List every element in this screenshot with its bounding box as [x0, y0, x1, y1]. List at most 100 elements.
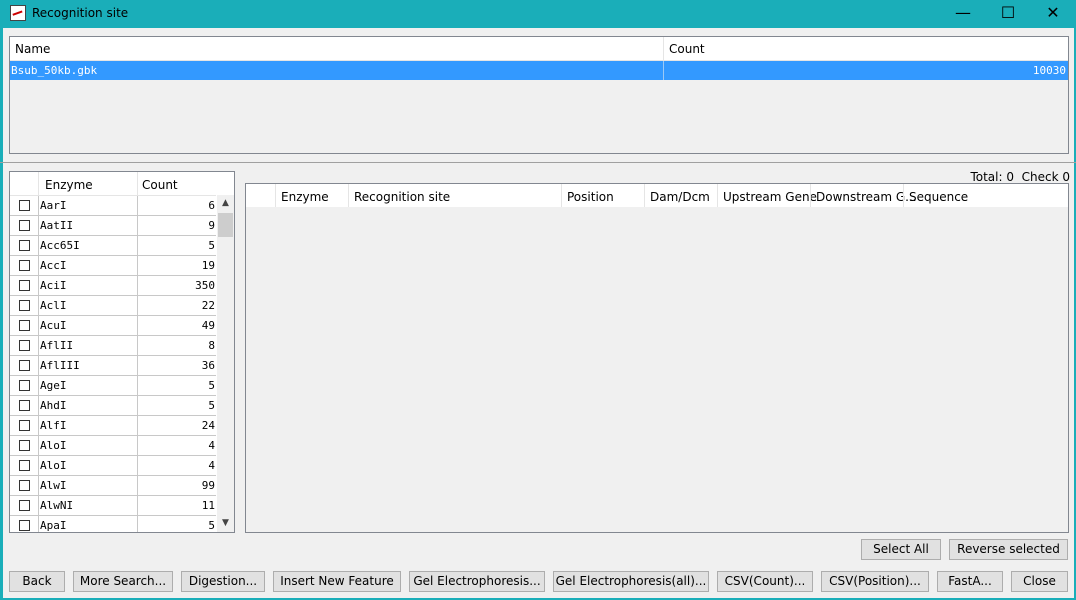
enzyme-row[interactable]: AloI 4 [10, 436, 216, 456]
digestion-button[interactable]: Digestion... [181, 571, 265, 592]
result-column-position[interactable]: Position [567, 190, 614, 204]
enzyme-column-enzyme[interactable]: Enzyme [45, 178, 93, 192]
enzyme-name: AcuI [40, 319, 67, 332]
enzyme-list-scrollbar[interactable]: ▲ ▼ [217, 195, 234, 532]
result-column-upstream-gene[interactable]: Upstream Gene [723, 190, 817, 204]
enzyme-row[interactable]: AatII 9 [10, 216, 216, 236]
enzyme-checkbox[interactable] [19, 480, 30, 491]
enzyme-checkbox[interactable] [19, 340, 30, 351]
enzyme-checkbox[interactable] [19, 360, 30, 371]
scroll-down-button[interactable]: ▼ [217, 515, 234, 532]
enzyme-row[interactable]: AgeI 5 [10, 376, 216, 396]
enzyme-checkbox[interactable] [19, 300, 30, 311]
enzyme-row[interactable]: AarI 6 [10, 196, 216, 216]
enzyme-row[interactable]: AflIII 36 [10, 356, 216, 376]
enzyme-checkbox[interactable] [19, 380, 30, 391]
enzyme-checkbox[interactable] [19, 500, 30, 511]
enzyme-name: AlfI [40, 419, 67, 432]
enzyme-checkbox[interactable] [19, 320, 30, 331]
enzyme-row[interactable]: AhdI 5 [10, 396, 216, 416]
enzyme-list-header: Enzyme Count [10, 172, 216, 196]
file-count-cell: 10030 [1032, 64, 1066, 77]
file-row[interactable]: Bsub_50kb.gbk 10030 [10, 61, 1068, 80]
gel-electrophoresis-button[interactable]: Gel Electrophoresis... [409, 571, 545, 592]
result-column-recognition-site[interactable]: Recognition site [354, 190, 450, 204]
select-all-button[interactable]: Select All [861, 539, 941, 560]
enzyme-name: AarI [40, 199, 67, 212]
result-column-downstream-gene[interactable]: Downstream G... [816, 190, 917, 204]
scroll-thumb[interactable] [218, 213, 233, 237]
app-icon [10, 5, 26, 21]
maximize-button[interactable]: ☐ [985, 0, 1031, 28]
enzyme-checkbox[interactable] [19, 200, 30, 211]
reverse-selected-button[interactable]: Reverse selected [949, 539, 1068, 560]
enzyme-count: 24 [201, 419, 215, 432]
enzyme-checkbox[interactable] [19, 400, 30, 411]
panel-divider[interactable] [0, 162, 1076, 163]
enzyme-column-count[interactable]: Count [142, 178, 178, 192]
enzyme-name: AloI [40, 439, 67, 452]
scroll-up-button[interactable]: ▲ [217, 195, 234, 212]
insert-new-feature-button[interactable]: Insert New Feature [273, 571, 401, 592]
enzyme-count: 11 [201, 499, 215, 512]
enzyme-row[interactable]: ApaI 5 [10, 516, 216, 532]
result-table-header: Enzyme Recognition site Position Dam/Dcm… [246, 184, 1068, 207]
result-column-enzyme[interactable]: Enzyme [281, 190, 329, 204]
enzyme-count: 49 [201, 319, 215, 332]
enzyme-row[interactable]: AflII 8 [10, 336, 216, 356]
enzyme-checkbox[interactable] [19, 440, 30, 451]
minimize-button[interactable]: — [940, 0, 986, 28]
enzyme-name: AloI [40, 459, 67, 472]
file-column-name[interactable]: Name [15, 42, 50, 56]
enzyme-checkbox[interactable] [19, 240, 30, 251]
file-column-count[interactable]: Count [669, 42, 705, 56]
enzyme-name: ApaI [40, 519, 67, 532]
more-search-button[interactable]: More Search... [73, 571, 173, 592]
enzyme-name: AflII [40, 339, 74, 352]
enzyme-count: 4 [208, 459, 215, 472]
result-column-dam-dcm[interactable]: Dam/Dcm [650, 190, 710, 204]
csv-position-button[interactable]: CSV(Position)... [821, 571, 929, 592]
enzyme-count: 6 [208, 199, 215, 212]
enzyme-name: AatII [40, 219, 74, 232]
enzyme-checkbox[interactable] [19, 420, 30, 431]
enzyme-checkbox[interactable] [19, 460, 30, 471]
enzyme-row[interactable]: AlfI 24 [10, 416, 216, 436]
back-button[interactable]: Back [9, 571, 65, 592]
enzyme-count: 350 [195, 279, 215, 292]
enzyme-row[interactable]: AclI 22 [10, 296, 216, 316]
enzyme-checkbox[interactable] [19, 220, 30, 231]
enzyme-row[interactable]: AloI 4 [10, 456, 216, 476]
totals: Total: 0 Check 0 [970, 170, 1070, 184]
enzyme-row[interactable]: AcuI 49 [10, 316, 216, 336]
enzyme-count: 19 [201, 259, 215, 272]
fasta-button[interactable]: FastA... [937, 571, 1003, 592]
enzyme-count: 36 [201, 359, 215, 372]
enzyme-checkbox[interactable] [19, 520, 30, 531]
enzyme-name: AccI [40, 259, 67, 272]
gel-electrophoresis-all-button[interactable]: Gel Electrophoresis(all)... [553, 571, 709, 592]
enzyme-name: AlwNI [40, 499, 74, 512]
enzyme-row[interactable]: Acc65I 5 [10, 236, 216, 256]
enzyme-name: AciI [40, 279, 67, 292]
enzyme-count: 5 [208, 399, 215, 412]
window-close-button[interactable]: ✕ [1030, 0, 1076, 28]
file-table-header: Name Count [10, 37, 1068, 61]
enzyme-count: 5 [208, 519, 215, 532]
enzyme-count: 8 [208, 339, 215, 352]
result-column-sequence[interactable]: Sequence [909, 190, 968, 204]
enzyme-checkbox[interactable] [19, 260, 30, 271]
enzyme-count: 5 [208, 379, 215, 392]
maximize-icon: ☐ [1000, 3, 1016, 22]
check-count: Check 0 [1021, 170, 1070, 184]
window-border-left [0, 28, 3, 600]
enzyme-row[interactable]: AlwNI 11 [10, 496, 216, 516]
enzyme-row[interactable]: AccI 19 [10, 256, 216, 276]
enzyme-checkbox[interactable] [19, 280, 30, 291]
enzyme-row[interactable]: AlwI 99 [10, 476, 216, 496]
csv-count-button[interactable]: CSV(Count)... [717, 571, 813, 592]
result-table: Enzyme Recognition site Position Dam/Dcm… [245, 183, 1069, 533]
enzyme-count: 9 [208, 219, 215, 232]
enzyme-row[interactable]: AciI 350 [10, 276, 216, 296]
close-button[interactable]: Close [1011, 571, 1068, 592]
